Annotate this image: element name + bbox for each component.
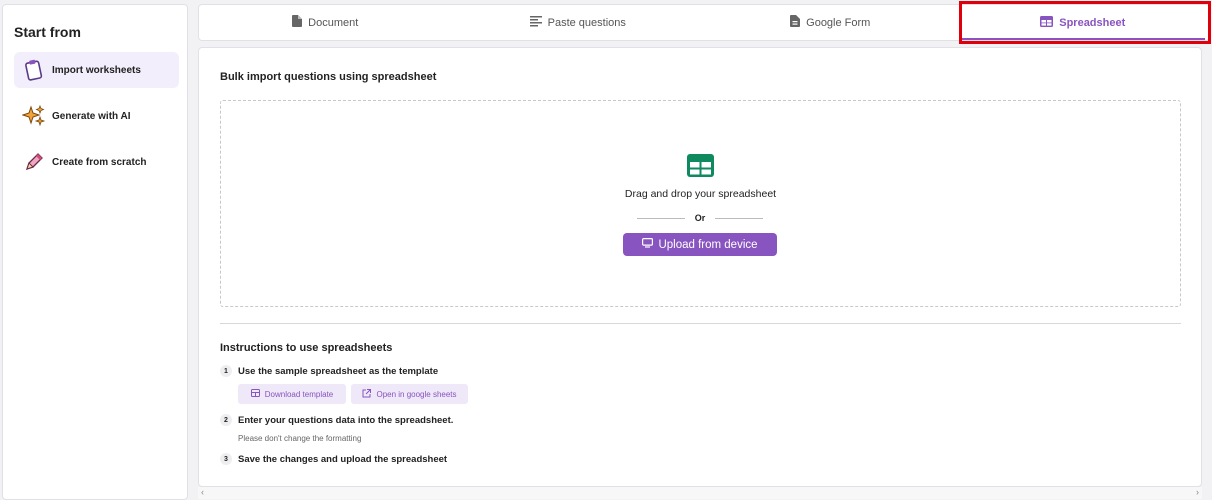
- page-title: Bulk import questions using spreadsheet: [220, 71, 437, 83]
- download-template-button[interactable]: Download template: [238, 384, 346, 404]
- button-label: Download template: [264, 389, 334, 399]
- scroll-right-icon[interactable]: ›: [1196, 487, 1199, 497]
- sidebar-item-create-from-scratch[interactable]: Create from scratch: [14, 144, 179, 180]
- tab-label: Document: [308, 16, 359, 29]
- instruction-step: 2 Enter your questions data into the spr…: [220, 414, 453, 426]
- external-link-icon: [362, 388, 372, 400]
- main-panel: Bulk import questions using spreadsheet …: [198, 47, 1202, 487]
- step-number: 1: [220, 365, 232, 377]
- tab-spreadsheet[interactable]: Spreadsheet: [957, 5, 1210, 40]
- step-number: 3: [220, 453, 232, 465]
- pencil-icon: [22, 150, 46, 174]
- sidebar-item-label: Generate with AI: [52, 110, 131, 122]
- dropzone-text: Drag and drop your spreadsheet: [624, 188, 777, 200]
- monitor-icon: [642, 238, 654, 251]
- button-label: Open in google sheets: [376, 389, 457, 399]
- tab-document[interactable]: Document: [199, 5, 452, 40]
- sidebar: Start from Import worksheets Generate wi…: [2, 4, 188, 500]
- upload-from-device-button[interactable]: Upload from device: [623, 233, 777, 256]
- instruction-step: 1 Use the sample spreadsheet as the temp…: [220, 365, 438, 377]
- instruction-step: 3 Save the changes and upload the spread…: [220, 453, 447, 465]
- sidebar-title: Start from: [14, 24, 81, 40]
- tab-label: Paste questions: [547, 16, 626, 29]
- spreadsheet-icon: [250, 389, 260, 399]
- horizontal-scrollbar[interactable]: ‹ ›: [198, 487, 1202, 499]
- spreadsheet-icon: [1040, 15, 1054, 30]
- sidebar-item-import-worksheets[interactable]: Import worksheets: [14, 52, 179, 88]
- or-text: Or: [694, 213, 706, 223]
- sidebar-item-label: Import worksheets: [52, 64, 141, 76]
- instructions-title: Instructions to use spreadsheets: [220, 342, 393, 354]
- clipboard-icon: [22, 58, 46, 82]
- vertical-scrollbar[interactable]: [1202, 47, 1210, 487]
- document-icon: [292, 15, 303, 30]
- scroll-left-icon[interactable]: ‹: [201, 487, 204, 497]
- step-text: Use the sample spreadsheet as the templa…: [238, 365, 439, 377]
- sidebar-item-generate-with-ai[interactable]: Generate with AI: [14, 98, 179, 134]
- sidebar-item-label: Create from scratch: [52, 156, 147, 168]
- sparkle-icon: [22, 104, 46, 128]
- tab-label: Spreadsheet: [1059, 16, 1126, 29]
- tab-label: Google Form: [806, 16, 871, 29]
- tab-paste-questions[interactable]: Paste questions: [452, 5, 705, 40]
- section-divider: [220, 323, 1181, 324]
- step-number: 2: [220, 414, 232, 426]
- open-in-google-sheets-button[interactable]: Open in google sheets: [351, 384, 468, 404]
- tab-google-form[interactable]: Google Form: [704, 5, 957, 40]
- source-tabs: Document Paste questions Google Form Spr…: [198, 4, 1210, 41]
- or-divider: Or: [637, 212, 764, 224]
- spreadsheet-dropzone[interactable]: Drag and drop your spreadsheet Or Upload…: [220, 100, 1181, 307]
- step-text: Save the changes and upload the spreadsh…: [238, 453, 448, 465]
- spreadsheet-icon: [687, 154, 714, 182]
- formatting-note: Please don't change the formatting: [238, 434, 362, 443]
- lines-icon: [529, 15, 542, 30]
- upload-label: Upload from device: [658, 238, 758, 251]
- form-icon: [790, 15, 801, 30]
- step-text: Enter your questions data into the sprea…: [238, 414, 454, 426]
